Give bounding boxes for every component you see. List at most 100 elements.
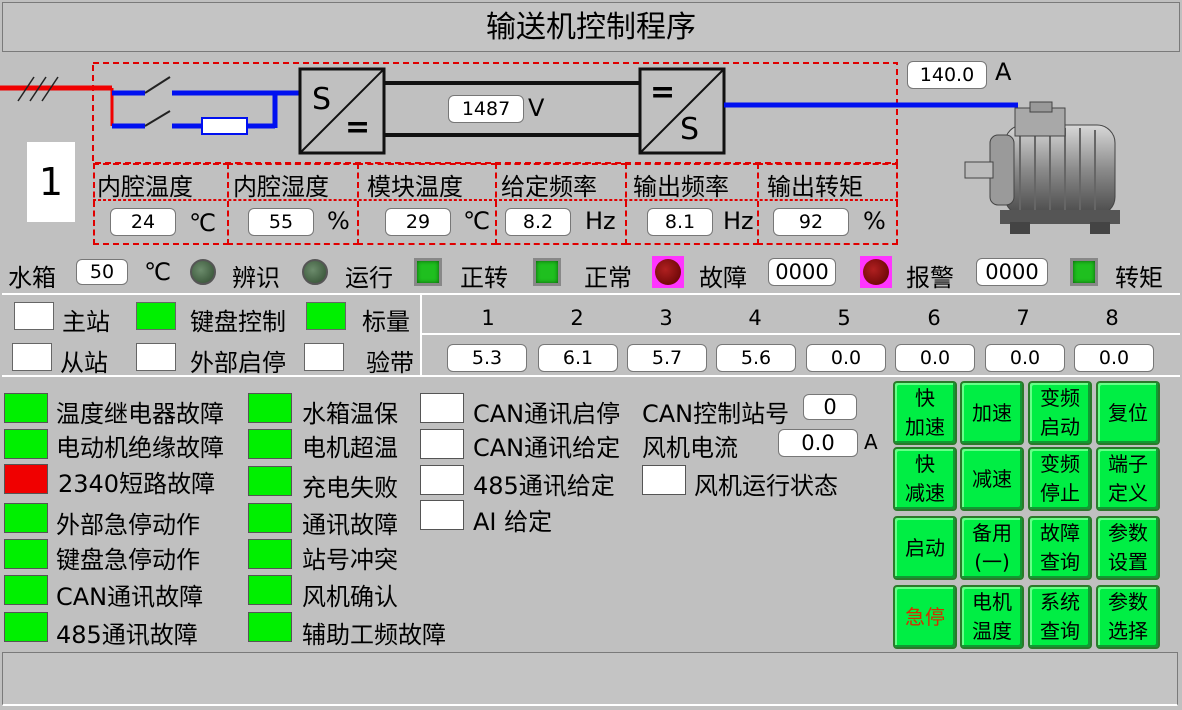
fault-indicator-tank-temp xyxy=(248,393,292,423)
fault-label: 温度继电器故障 xyxy=(56,400,224,428)
fault-label: 485通讯故障 xyxy=(56,621,198,649)
vfd-stop-button[interactable]: 变频 停止 xyxy=(1028,447,1092,511)
fault-label: CAN通讯故障 xyxy=(56,583,204,611)
forward-label: 正转 xyxy=(460,264,508,292)
identify-indicator xyxy=(190,259,216,285)
fault-indicator-external-estop xyxy=(4,503,48,533)
cavity-humidity-unit: % xyxy=(327,207,350,235)
channel-header: 7 xyxy=(1016,306,1030,330)
can-set-checkbox[interactable] xyxy=(420,429,464,459)
parameter-settings-button[interactable]: 参数 设置 xyxy=(1096,516,1160,580)
external-start-stop-label: 外部启停 xyxy=(190,349,286,377)
fault-indicator-temp-relay xyxy=(4,393,48,423)
channel-header: 6 xyxy=(927,306,941,330)
fault-code-field: 0000 xyxy=(768,258,836,286)
identify-label: 辨识 xyxy=(232,264,280,292)
fault-indicator-fan-confirm xyxy=(248,575,292,605)
channel-value: 0.0 xyxy=(806,344,886,372)
output-torque-unit: % xyxy=(863,207,886,235)
output-frequency-field: 8.1 xyxy=(647,208,713,236)
belt-check-label: 验带 xyxy=(366,349,414,377)
label-module-temp: 模块温度 xyxy=(367,173,463,201)
channel-header: 2 xyxy=(570,306,584,330)
channel-value: 0.0 xyxy=(985,344,1065,372)
can-station-input[interactable]: 0 xyxy=(803,394,857,420)
label-cavity-temp: 内腔温度 xyxy=(97,173,193,201)
output-torque-field: 92 xyxy=(773,208,849,236)
fault-indicator-485-comm xyxy=(4,612,48,642)
torque-label: 转矩 xyxy=(1115,264,1163,292)
can-start-stop-label: CAN通讯启停 xyxy=(473,400,621,428)
slave-label: 从站 xyxy=(60,349,108,377)
vfd-start-button[interactable]: 变频 启动 xyxy=(1028,381,1092,445)
fault-query-button[interactable]: 故障 查询 xyxy=(1028,516,1092,580)
fault-indicator-2340-short xyxy=(4,464,48,494)
fault-label: 水箱温保 xyxy=(302,400,398,428)
can-set-label: CAN通讯给定 xyxy=(473,434,621,462)
fast-accelerate-button[interactable]: 快 加速 xyxy=(893,381,957,445)
rectifier-label-bottom: = xyxy=(345,110,371,145)
fast-decelerate-button[interactable]: 快 减速 xyxy=(893,447,957,511)
fault-label: 故障 xyxy=(699,264,747,292)
fault-label: 键盘急停动作 xyxy=(56,546,200,574)
rectifier-label-top: S xyxy=(312,82,332,117)
ai-set-checkbox[interactable] xyxy=(420,500,464,530)
cavity-temp-unit: ℃ xyxy=(189,209,216,237)
485-set-checkbox[interactable] xyxy=(420,465,464,495)
external-start-stop-checkbox[interactable] xyxy=(136,343,176,371)
spare-one-button[interactable]: 备用 (一) xyxy=(960,516,1024,580)
forward-indicator xyxy=(414,258,442,286)
measurement-panel: 内腔温度 内腔湿度 模块温度 给定频率 输出频率 输出转矩 24 ℃ 55 % … xyxy=(93,163,898,245)
alarm-label: 报警 xyxy=(906,264,954,292)
slave-checkbox[interactable] xyxy=(12,343,52,371)
alarm-indicator xyxy=(860,256,892,288)
accelerate-button[interactable]: 加速 xyxy=(960,381,1024,445)
scalar-checkbox[interactable] xyxy=(306,302,346,330)
scalar-label: 标量 xyxy=(362,308,410,336)
cavity-humidity-field: 55 xyxy=(248,208,314,236)
label-cavity-humidity: 内腔湿度 xyxy=(233,173,329,201)
torque-indicator xyxy=(1070,258,1098,286)
emergency-stop-button[interactable]: 急停 xyxy=(893,585,957,649)
fault-label: 站号冲突 xyxy=(302,546,398,574)
parameter-select-button[interactable]: 参数 选择 xyxy=(1096,585,1160,649)
start-button[interactable]: 启动 xyxy=(893,516,957,580)
fault-indicator-keyboard-estop xyxy=(4,539,48,569)
can-start-stop-checkbox[interactable] xyxy=(420,393,464,423)
module-temp-field: 29 xyxy=(385,208,451,236)
fault-label: 外部急停动作 xyxy=(56,511,200,539)
normal-label: 正常 xyxy=(584,264,632,292)
fault-indicator-motor-insulation xyxy=(4,429,48,459)
tank-label: 水箱 xyxy=(8,264,56,292)
fault-label: 风机确认 xyxy=(302,583,398,611)
dc-voltage-unit: V xyxy=(528,94,545,122)
channel-value: 5.3 xyxy=(447,344,527,372)
tank-temp-unit: ℃ xyxy=(144,258,171,286)
decelerate-button[interactable]: 减速 xyxy=(960,447,1024,511)
fan-status-indicator xyxy=(642,465,686,495)
keyboard-control-checkbox[interactable] xyxy=(136,302,176,330)
fan-current-label: 风机电流 xyxy=(642,434,738,462)
master-checkbox[interactable] xyxy=(14,302,54,330)
channel-value: 0.0 xyxy=(1074,344,1154,372)
reset-button[interactable]: 复位 xyxy=(1096,381,1160,445)
terminal-define-button[interactable]: 端子 定义 xyxy=(1096,447,1160,511)
fault-indicator-motor-overtemp xyxy=(248,429,292,459)
fan-status-label: 风机运行状态 xyxy=(694,472,838,500)
fault-indicator-charge-fail xyxy=(248,466,292,496)
fan-current-unit: A xyxy=(864,430,878,454)
master-label: 主站 xyxy=(62,308,110,336)
tank-temp-field: 50 xyxy=(76,259,128,285)
channel-header: 1 xyxy=(481,306,495,330)
fault-indicator-aux-freq xyxy=(248,612,292,642)
channel-value: 6.1 xyxy=(538,344,618,372)
inverter-label-top: = xyxy=(650,75,676,110)
channel-header: 8 xyxy=(1105,306,1119,330)
fault-label: 电动机绝缘故障 xyxy=(56,434,224,462)
motor-temperature-button[interactable]: 电机 温度 xyxy=(960,585,1024,649)
channel-value: 0.0 xyxy=(895,344,975,372)
belt-check-checkbox[interactable] xyxy=(304,343,344,371)
fault-indicator-can-comm xyxy=(4,575,48,605)
cavity-temp-field: 24 xyxy=(110,208,176,236)
system-query-button[interactable]: 系统 查询 xyxy=(1028,585,1092,649)
